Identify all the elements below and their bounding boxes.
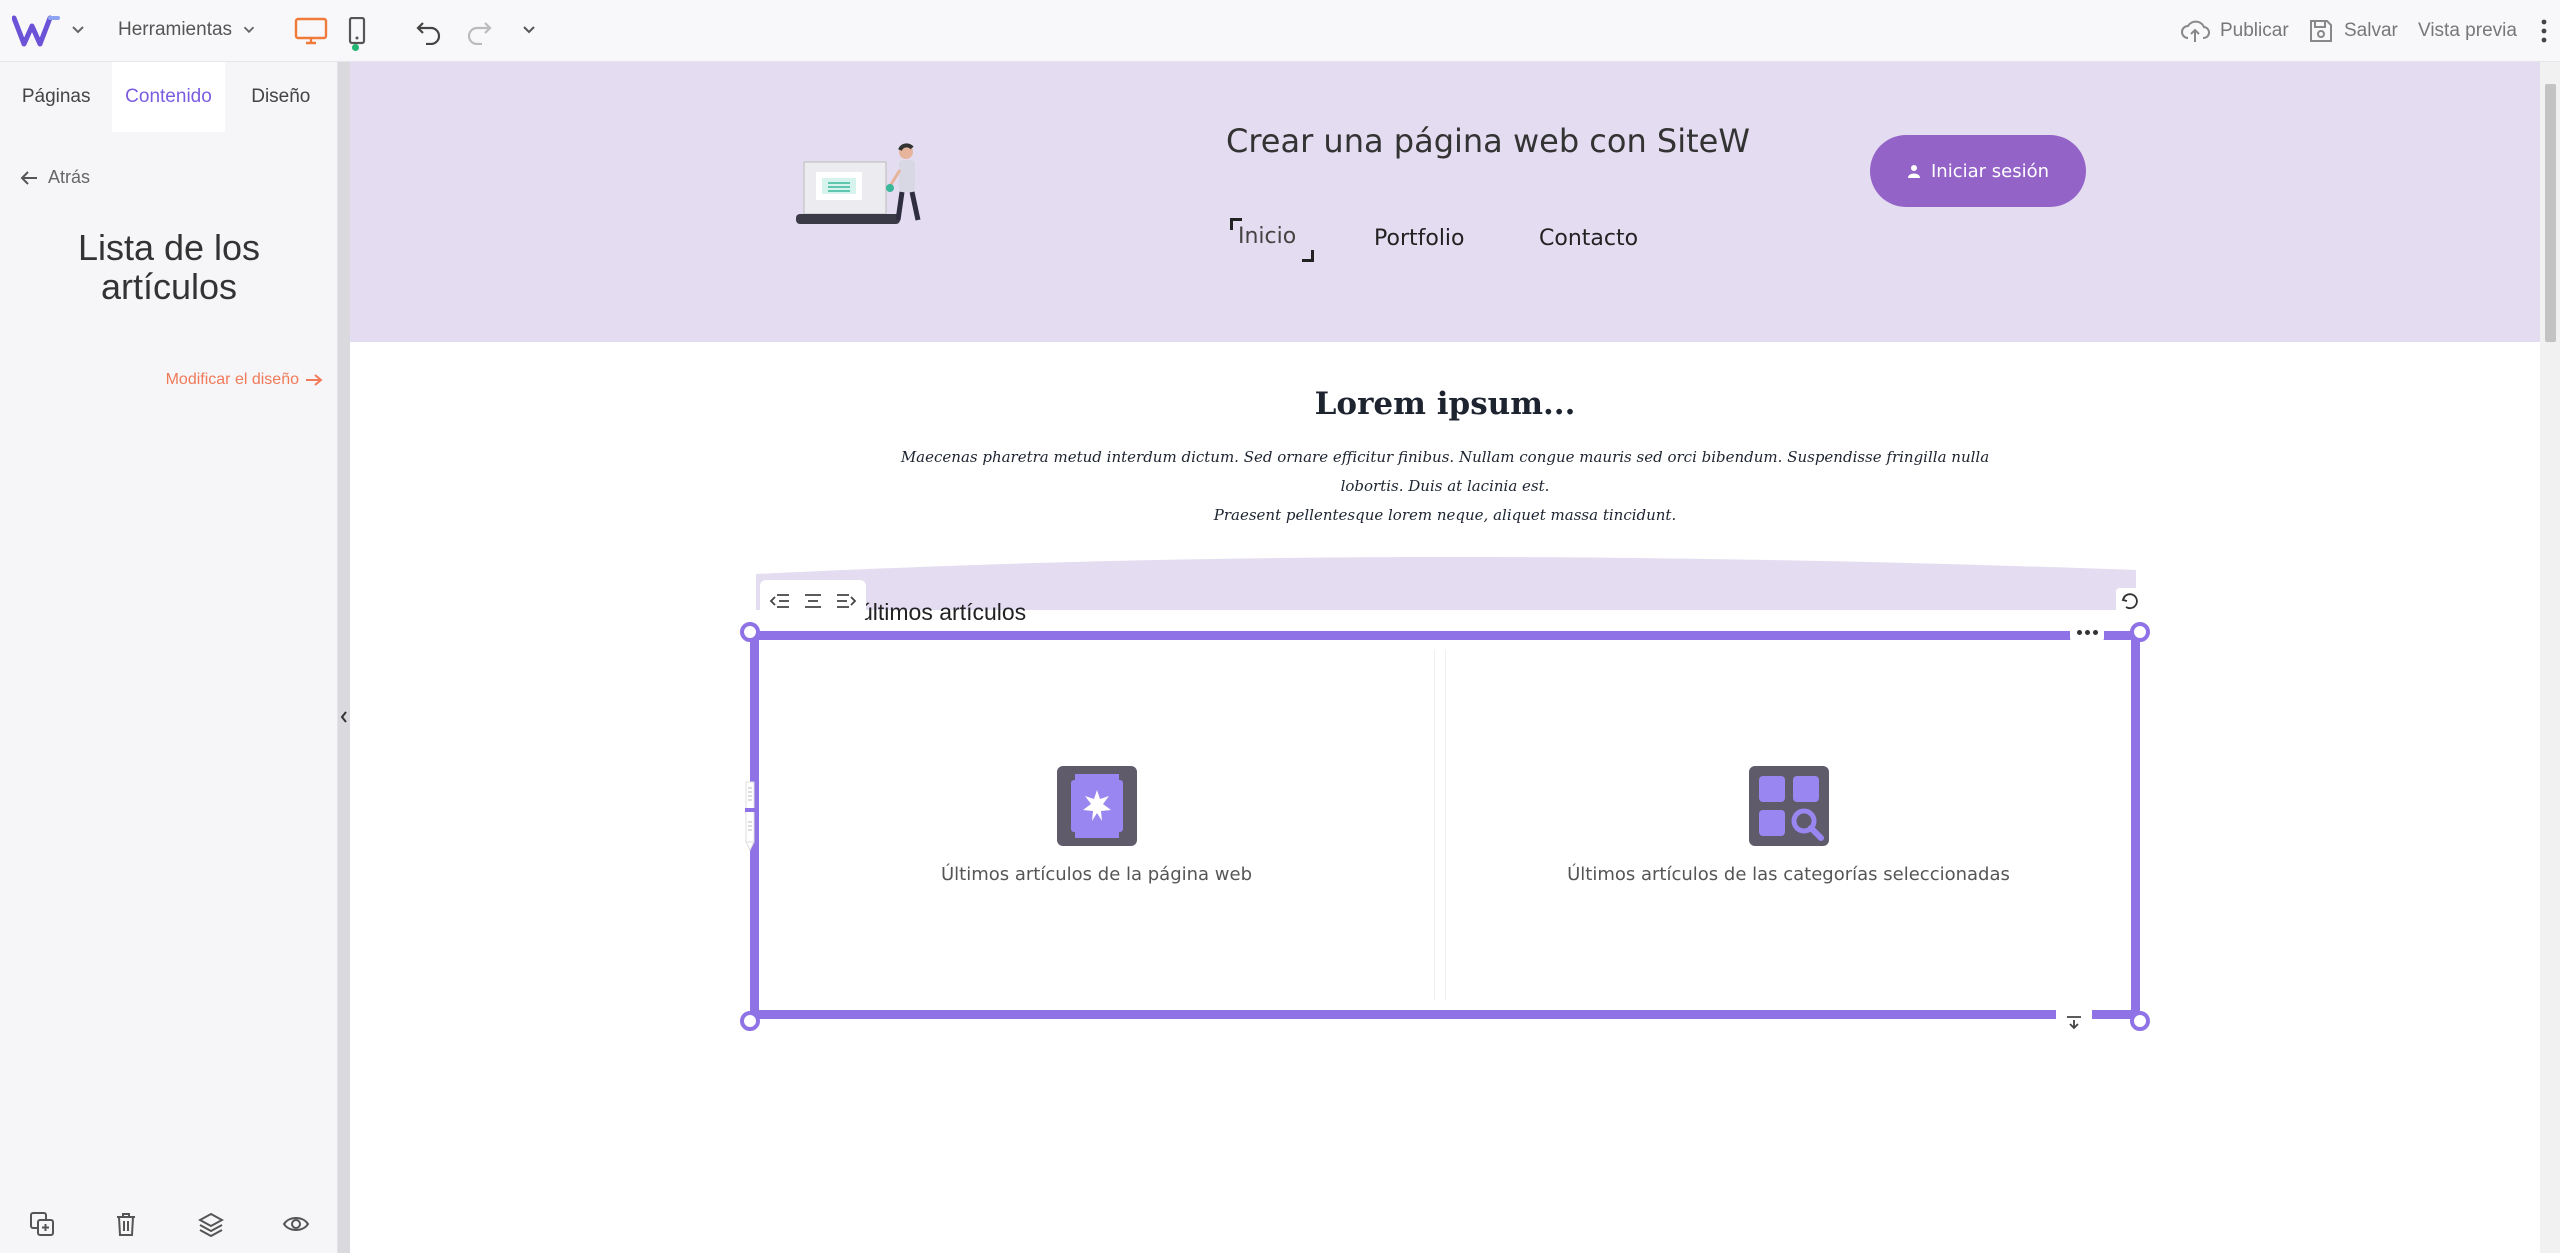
nav-link-label: Inicio: [1238, 224, 1297, 249]
option-latest-site-articles[interactable]: Últimos artículos de la página web: [759, 650, 1435, 1000]
tools-menu-button[interactable]: Herramientas: [118, 14, 258, 46]
more-options-icon[interactable]: [2070, 622, 2104, 642]
preview-label: Vista previa: [2418, 20, 2517, 41]
option-label: Últimos artículos de las categorías sele…: [1567, 863, 2010, 885]
login-button[interactable]: Iniciar sesión: [1870, 135, 2086, 207]
site-header[interactable]: Crear una página web con SiteW Inicio Po…: [350, 62, 2540, 342]
article-list-selection-box[interactable]: Últimos artículos de la página web Últim…: [750, 631, 2140, 1019]
publish-button[interactable]: Publicar: [2180, 14, 2289, 48]
save-button[interactable]: Salvar: [2308, 14, 2398, 48]
layers-icon[interactable]: [196, 1209, 226, 1239]
panel-title: Lista de los artículos: [77, 227, 261, 307]
history-chevron-icon[interactable]: [519, 20, 539, 40]
login-label: Iniciar sesión: [1930, 160, 2050, 182]
kebab-menu-icon[interactable]: [2530, 12, 2558, 50]
option-label: Últimos artículos de la página web: [940, 863, 1253, 885]
tools-menu-label: Herramientas: [118, 19, 233, 40]
scrollbar-thumb[interactable]: [2545, 84, 2556, 342]
tab-content[interactable]: Contenido: [112, 62, 225, 132]
save-label: Salvar: [2344, 20, 2398, 41]
resize-handle-top-left[interactable]: [740, 622, 760, 642]
align-center-icon[interactable]: [802, 592, 824, 610]
back-button[interactable]: Atrás: [20, 167, 90, 188]
canvas-scrollbar[interactable]: [2540, 62, 2560, 1253]
nav-link-contacto[interactable]: Contacto: [1539, 226, 1638, 251]
category-search-icon: [1748, 765, 1829, 846]
panel-tabs: Páginas Contenido Diseño: [0, 62, 337, 132]
panel-collapse-handle[interactable]: [338, 62, 350, 1253]
resize-handle-top-right[interactable]: [2130, 622, 2150, 642]
mobile-status-dot: [352, 44, 359, 51]
side-drag-grip[interactable]: [742, 722, 758, 882]
redo-icon[interactable]: [460, 12, 498, 50]
eye-icon[interactable]: [281, 1209, 311, 1239]
text-align-toolbar: [760, 580, 866, 622]
trash-icon[interactable]: [111, 1209, 141, 1239]
back-label: Atrás: [48, 167, 91, 187]
nav-link-inicio[interactable]: Inicio: [1230, 218, 1314, 262]
editor-canvas: Crear una página web con SiteW Inicio Po…: [350, 62, 2540, 1253]
cloud-upload-icon: [2181, 20, 2210, 42]
arrow-right-icon: [306, 374, 323, 386]
widget-title[interactable]: últimos artículos: [860, 599, 1026, 626]
reset-style-icon[interactable]: [2116, 588, 2144, 616]
selection-corner: [1302, 250, 1314, 262]
site-title[interactable]: Crear una página web con SiteW: [1226, 122, 1750, 160]
top-toolbar: Herramientas Publicar Salvar Vista previ…: [0, 0, 2560, 62]
nav-link-portfolio[interactable]: Portfolio: [1374, 226, 1465, 251]
publish-label: Publicar: [2220, 20, 2289, 41]
desktop-view-icon[interactable]: [292, 12, 330, 50]
align-right-icon[interactable]: [835, 592, 857, 610]
panel-bottom-actions: [0, 1203, 338, 1243]
undo-icon[interactable]: [410, 12, 448, 50]
tab-design[interactable]: Diseño: [225, 62, 337, 132]
modify-design-link[interactable]: Modificar el diseño: [166, 371, 323, 389]
left-panel: Páginas Contenido Diseño Atrás Lista de …: [0, 62, 338, 1253]
resize-handle-bottom-left[interactable]: [740, 1011, 760, 1031]
latest-articles-icon: [1056, 765, 1137, 846]
sitew-logo-icon[interactable]: [12, 12, 62, 50]
content-paragraph[interactable]: Maecenas pharetra metud interdum dictum.…: [890, 443, 2000, 530]
resize-handle-bottom-right[interactable]: [2130, 1011, 2150, 1031]
logo-menu-chevron-icon[interactable]: [68, 20, 88, 40]
tab-pages[interactable]: Páginas: [0, 62, 112, 132]
option-selected-category-articles[interactable]: Últimos artículos de las categorías sele…: [1445, 650, 2131, 1000]
preview-button[interactable]: Vista previa: [2418, 14, 2517, 48]
floppy-disk-icon: [2310, 20, 2332, 42]
insert-below-icon[interactable]: [2056, 1010, 2092, 1034]
user-icon: [1907, 165, 1920, 178]
align-left-icon[interactable]: [769, 592, 791, 610]
chevron-left-icon: [340, 711, 347, 723]
paragraph-line: Praesent pellentesque lorem neque, aliqu…: [1213, 506, 1677, 524]
modify-design-label: Modificar el diseño: [165, 371, 299, 388]
paragraph-line: Maecenas pharetra metud interdum dictum.…: [900, 448, 1990, 495]
arrow-left-icon: [20, 170, 37, 185]
duplicate-icon[interactable]: [27, 1209, 57, 1239]
chevron-down-icon: [243, 26, 255, 34]
laptop-person-illustration: [796, 143, 921, 224]
content-heading[interactable]: Lorem ipsum...: [350, 386, 2540, 422]
